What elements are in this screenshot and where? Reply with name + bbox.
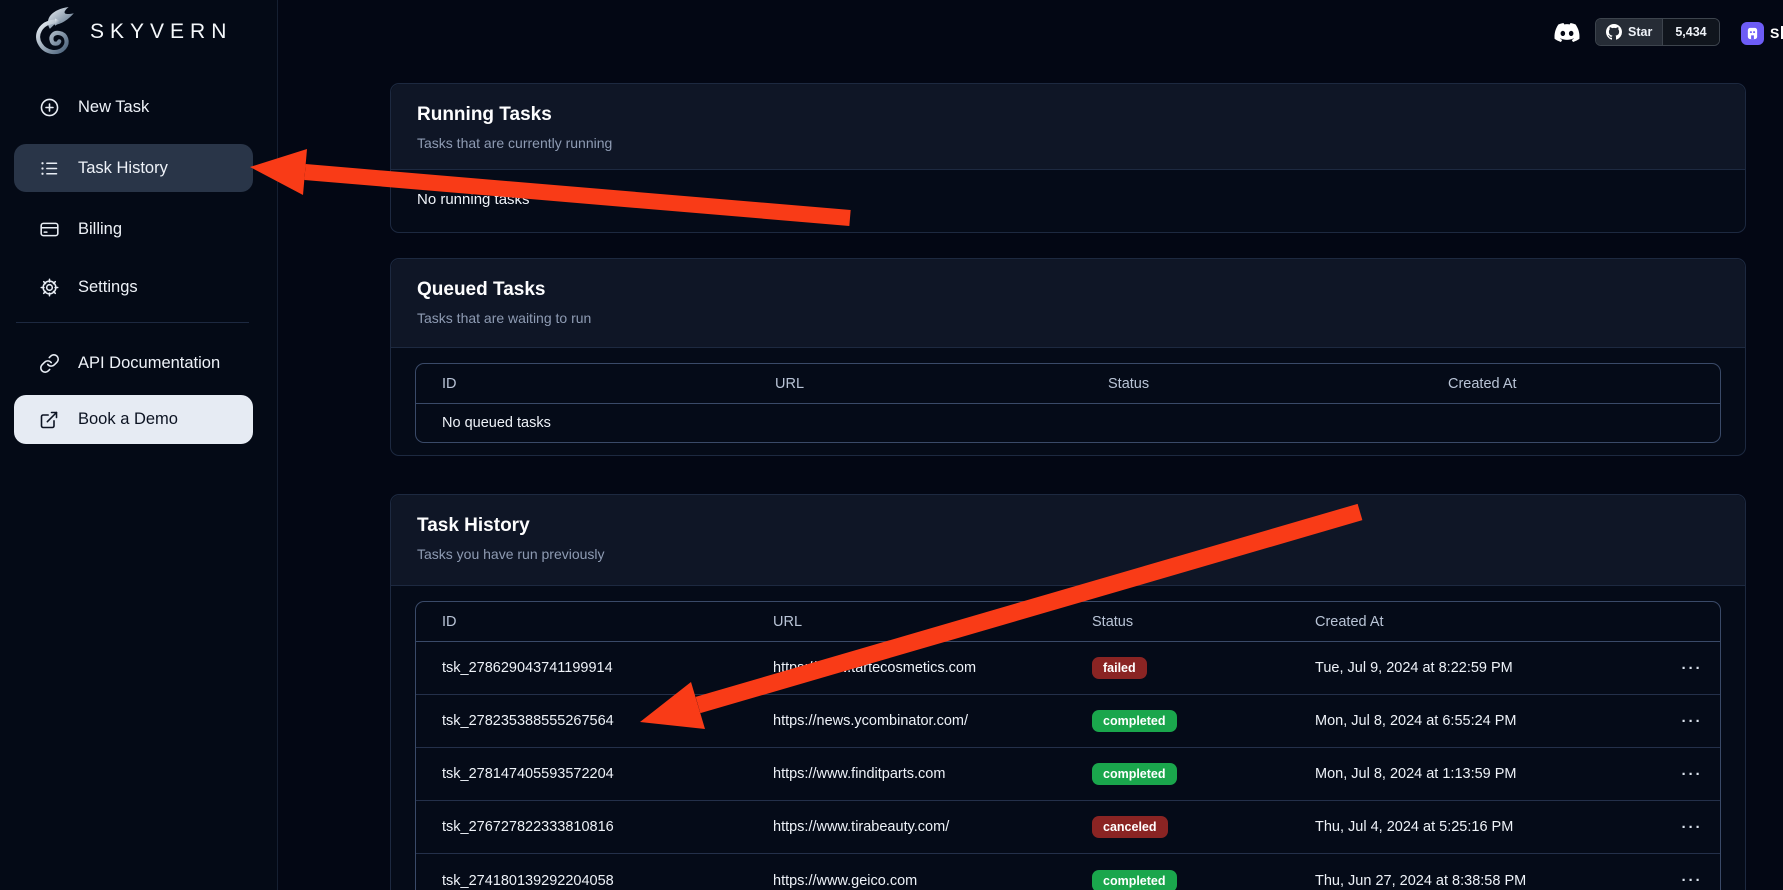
row-actions-button[interactable]: ··· — [1682, 713, 1703, 730]
topbar: Star 5,434 S — [278, 0, 1783, 64]
queued-tasks-card: Queued Tasks Tasks that are waiting to r… — [390, 258, 1746, 456]
card-title: Running Tasks — [417, 104, 1719, 126]
sidebar-item-billing[interactable]: Billing — [14, 207, 253, 251]
avatar-glyph-icon — [1746, 27, 1759, 40]
queued-tasks-table: ID URL Status Created At No queued tasks — [415, 363, 1721, 443]
running-tasks-card: Running Tasks Tasks that are currently r… — [390, 83, 1746, 233]
column-header-status: Status — [1092, 614, 1315, 630]
sidebar-item-label: Billing — [78, 220, 122, 239]
task-url: https://www.tirabeauty.com/ — [773, 819, 1092, 835]
gear-icon — [38, 276, 60, 298]
task-url: https://www.tartecosmetics.com — [773, 660, 1092, 676]
task-history-header: Task History Tasks you have run previous… — [391, 495, 1745, 586]
card-subtitle: Tasks that are currently running — [417, 135, 1719, 151]
status-badge: canceled — [1092, 816, 1168, 838]
task-url: https://www.geico.com — [773, 873, 1092, 889]
table-row[interactable]: tsk_278235388555267564 https://news.ycom… — [416, 695, 1720, 748]
column-header-id: ID — [416, 614, 773, 630]
row-actions-button[interactable]: ··· — [1682, 660, 1703, 677]
task-id: tsk_278629043741199914 — [416, 660, 773, 676]
github-star-count: 5,434 — [1675, 25, 1706, 39]
column-header-id: ID — [416, 376, 775, 392]
card-subtitle: Tasks you have run previously — [417, 546, 1719, 562]
status-badge: completed — [1092, 710, 1177, 732]
task-id: tsk_278147405593572204 — [416, 766, 773, 782]
table-header-row: ID URL Status Created At — [416, 602, 1720, 642]
list-icon — [38, 157, 60, 179]
sidebar-item-task-history[interactable]: Task History — [14, 144, 253, 192]
status-badge: failed — [1092, 657, 1147, 679]
sidebar-item-label: API Documentation — [78, 354, 220, 373]
discord-icon[interactable] — [1552, 20, 1582, 45]
logo[interactable]: SKYVERN — [30, 6, 232, 58]
task-url: https://www.finditparts.com — [773, 766, 1092, 782]
sidebar-item-label: Settings — [78, 278, 138, 297]
sidebar-item-settings[interactable]: Settings — [14, 265, 253, 309]
column-header-status: Status — [1108, 376, 1448, 392]
column-header-created-at: Created At — [1315, 614, 1664, 630]
sidebar: SKYVERN New Task Task History Billing Se… — [0, 0, 278, 890]
running-tasks-empty-text: No running tasks — [391, 170, 1745, 229]
table-header-row: ID URL Status Created At — [416, 364, 1720, 404]
card-title: Task History — [417, 515, 1719, 537]
brand-name: SKYVERN — [90, 20, 232, 44]
task-history-card: Task History Tasks you have run previous… — [390, 494, 1746, 890]
sidebar-item-api-documentation[interactable]: API Documentation — [14, 341, 253, 385]
task-created-at: Mon, Jul 8, 2024 at 1:13:59 PM — [1315, 766, 1664, 782]
task-id: tsk_274180139292204058 — [416, 873, 773, 889]
plus-circle-icon — [38, 96, 60, 118]
row-actions-button[interactable]: ··· — [1682, 872, 1703, 889]
skyvern-dragon-icon — [30, 6, 76, 58]
task-id: tsk_276727822333810816 — [416, 819, 773, 835]
task-history-table: ID URL Status Created At tsk_27862904374… — [415, 601, 1721, 890]
link-icon — [38, 352, 60, 374]
task-created-at: Thu, Jun 27, 2024 at 8:38:58 PM — [1315, 873, 1664, 889]
queued-tasks-header: Queued Tasks Tasks that are waiting to r… — [391, 259, 1745, 348]
book-a-demo-button[interactable]: Book a Demo — [14, 395, 253, 444]
user-name-clipped: S — [1770, 25, 1783, 41]
card-subtitle: Tasks that are waiting to run — [417, 310, 1719, 326]
sidebar-item-label: Task History — [78, 159, 168, 178]
column-header-url: URL — [773, 614, 1092, 630]
status-badge: completed — [1092, 763, 1177, 785]
avatar[interactable] — [1741, 22, 1764, 45]
status-badge: completed — [1092, 870, 1177, 890]
github-star-label: Star — [1628, 25, 1652, 39]
credit-card-icon — [38, 218, 60, 240]
table-row[interactable]: tsk_278629043741199914 https://www.tarte… — [416, 642, 1720, 695]
queued-tasks-empty-text: No queued tasks — [416, 404, 1720, 442]
card-title: Queued Tasks — [417, 279, 1719, 301]
sidebar-item-label: New Task — [78, 98, 149, 117]
table-row[interactable]: tsk_276727822333810816 https://www.tirab… — [416, 801, 1720, 854]
task-created-at: Thu, Jul 4, 2024 at 5:25:16 PM — [1315, 819, 1664, 835]
table-row[interactable]: tsk_274180139292204058 https://www.geico… — [416, 854, 1720, 890]
github-star-button[interactable]: Star 5,434 — [1595, 18, 1720, 46]
running-tasks-header: Running Tasks Tasks that are currently r… — [391, 84, 1745, 170]
row-actions-button[interactable]: ··· — [1682, 766, 1703, 783]
column-header-created-at: Created At — [1448, 376, 1720, 392]
task-url: https://news.ycombinator.com/ — [773, 713, 1092, 729]
sidebar-divider — [16, 322, 249, 323]
row-actions-button[interactable]: ··· — [1682, 819, 1703, 836]
github-icon — [1606, 24, 1622, 40]
sidebar-item-new-task[interactable]: New Task — [14, 85, 253, 129]
table-row[interactable]: tsk_278147405593572204 https://www.findi… — [416, 748, 1720, 801]
column-header-url: URL — [775, 376, 1108, 392]
external-link-icon — [38, 409, 60, 431]
task-created-at: Tue, Jul 9, 2024 at 8:22:59 PM — [1315, 660, 1664, 676]
sidebar-item-label: Book a Demo — [78, 410, 178, 429]
task-created-at: Mon, Jul 8, 2024 at 6:55:24 PM — [1315, 713, 1664, 729]
task-id: tsk_278235388555267564 — [416, 713, 773, 729]
